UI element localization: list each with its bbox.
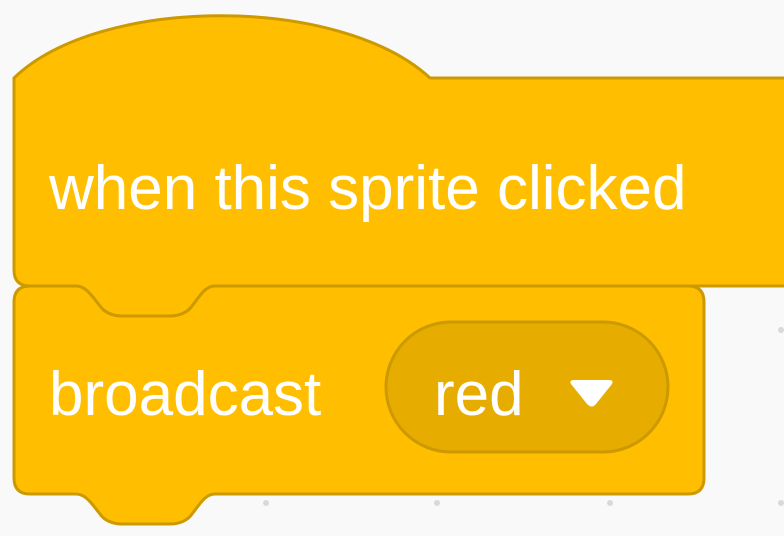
broadcast-message-dropdown[interactable] xyxy=(384,320,670,454)
workspace-svg xyxy=(12,14,784,526)
when-sprite-clicked-hat-block[interactable] xyxy=(12,14,784,318)
code-workspace[interactable]: when this sprite clicked broadcast red xyxy=(0,0,784,531)
